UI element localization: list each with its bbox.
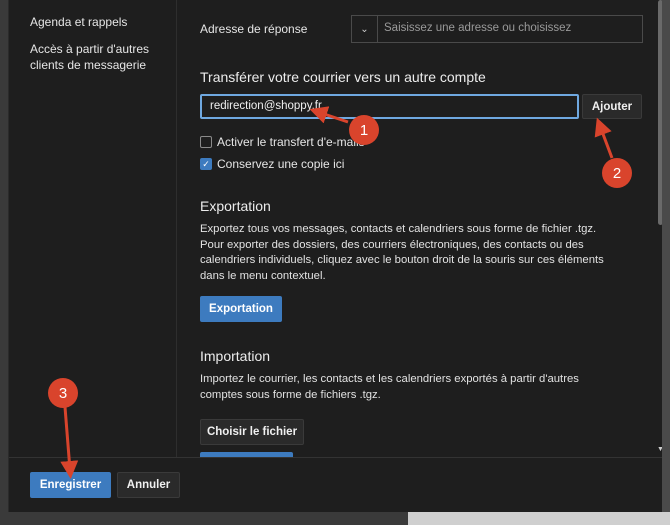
- add-forward-button[interactable]: Ajouter: [582, 94, 642, 119]
- chevron-down-icon[interactable]: ⌄: [352, 16, 378, 42]
- export-heading: Exportation: [200, 198, 271, 214]
- annotation-marker-2: 2: [602, 158, 632, 188]
- export-button[interactable]: Exportation: [200, 296, 282, 322]
- settings-content: Adresse de réponse ⌄ Saisissez une adres…: [177, 0, 657, 457]
- settings-window: Agenda et rappels Accès à partir d'autre…: [8, 0, 664, 512]
- choose-file-button[interactable]: Choisir le fichier: [200, 419, 304, 445]
- cancel-button[interactable]: Annuler: [117, 472, 180, 498]
- settings-sidebar: Agenda et rappels Accès à partir d'autre…: [9, 0, 177, 457]
- dialog-footer: Enregistrer Annuler: [9, 457, 664, 512]
- import-heading: Importation: [200, 348, 271, 364]
- background-bottom: [0, 512, 670, 525]
- sidebar-item-other-clients[interactable]: Accès à partir d'autres clients de messa…: [30, 41, 170, 73]
- reply-address-placeholder: Saisissez une adresse ou choisissez: [384, 22, 572, 34]
- forward-address-value: redirection@shoppy.fr: [210, 100, 322, 112]
- export-description: Exportez tous vos messages, contacts et …: [200, 223, 604, 282]
- background-strip: [662, 0, 670, 525]
- enable-forwarding-checkbox[interactable]: [200, 136, 212, 148]
- import-description: Importez le courrier, les contacts et le…: [200, 373, 579, 401]
- forward-address-input[interactable]: redirection@shoppy.fr: [200, 94, 579, 119]
- enable-forwarding-label: Activer le transfert d'e-mails: [217, 135, 365, 149]
- reply-address-label: Adresse de réponse: [200, 22, 308, 36]
- sidebar-item-agenda[interactable]: Agenda et rappels: [30, 14, 170, 30]
- annotation-marker-1: 1: [349, 115, 379, 145]
- reply-address-combobox[interactable]: ⌄ Saisissez une adresse ou choisissez: [351, 15, 643, 43]
- forward-heading: Transférer votre courrier vers un autre …: [200, 69, 486, 85]
- keep-copy-label: Conservez une copie ici: [217, 157, 345, 171]
- annotation-marker-3: 3: [48, 378, 78, 408]
- keep-copy-checkbox[interactable]: ✓: [200, 158, 212, 170]
- save-button[interactable]: Enregistrer: [30, 472, 111, 498]
